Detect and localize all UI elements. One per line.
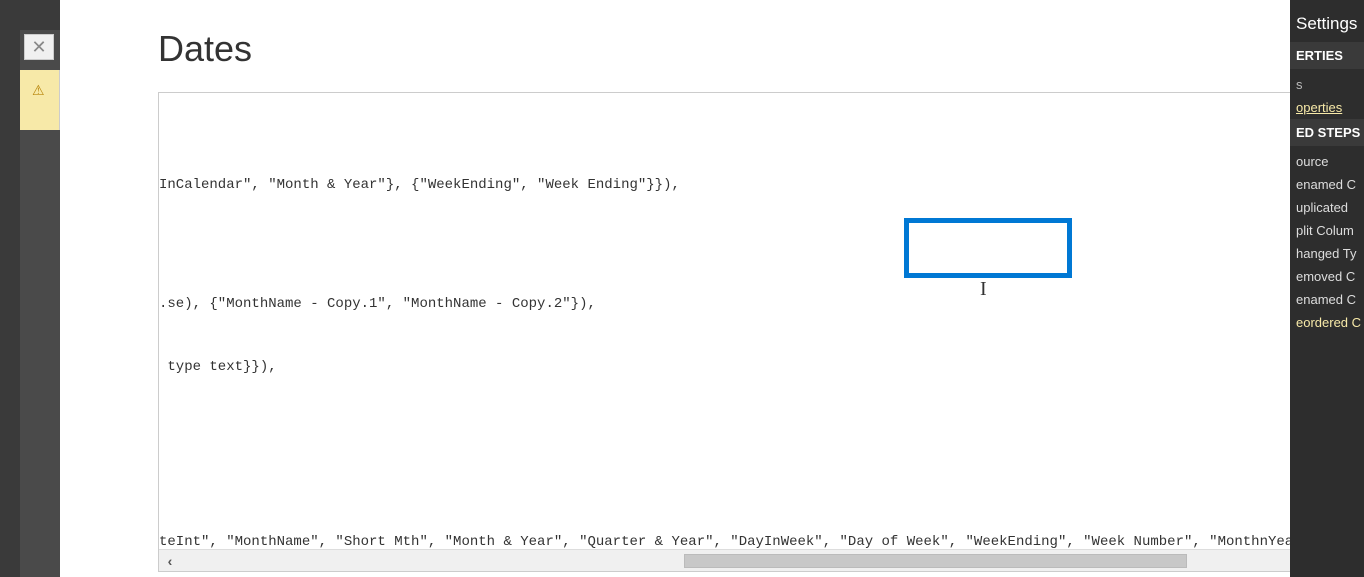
properties-section-header: ERTIES bbox=[1290, 42, 1364, 69]
applied-steps-section-header: ED STEPS bbox=[1290, 119, 1364, 146]
code-line-blank bbox=[159, 238, 1321, 252]
settings-heading: Settings bbox=[1290, 0, 1364, 42]
warning-icon: ⚠ bbox=[32, 82, 45, 99]
horizontal-scrollbar[interactable]: ‹ › bbox=[159, 549, 1321, 571]
warning-note bbox=[20, 70, 60, 130]
scroll-track[interactable] bbox=[181, 554, 1299, 568]
step-duplicated[interactable]: uplicated bbox=[1290, 196, 1364, 219]
code-line: InCalendar", "Month & Year"}, {"WeekEndi… bbox=[159, 175, 1321, 196]
code-line-blank bbox=[159, 420, 1321, 434]
code-line-blank bbox=[159, 476, 1321, 490]
all-properties-link[interactable]: operties bbox=[1290, 96, 1364, 119]
step-renamed-columns-2[interactable]: enamed C bbox=[1290, 288, 1364, 311]
close-icon: ✕ bbox=[31, 37, 46, 58]
advanced-editor-dialog: Dates ? InCalendar", "Month & Year"}, {"… bbox=[60, 0, 1290, 577]
scroll-left-arrow[interactable]: ‹ bbox=[159, 550, 181, 572]
step-changed-type[interactable]: hanged Ty bbox=[1290, 242, 1364, 265]
query-settings-panel: Settings ERTIES s operties ED STEPS ourc… bbox=[1290, 0, 1364, 577]
dialog-title: Dates bbox=[158, 28, 252, 70]
code-editor[interactable]: InCalendar", "Month & Year"}, {"WeekEndi… bbox=[158, 92, 1322, 572]
code-line: .se), {"MonthName - Copy.1", "MonthName … bbox=[159, 294, 1321, 315]
close-button[interactable]: ✕ bbox=[24, 34, 54, 60]
ribbon-left-strip bbox=[0, 0, 20, 577]
name-value: s bbox=[1290, 73, 1364, 96]
step-source[interactable]: ource bbox=[1290, 150, 1364, 173]
step-split-column[interactable]: plit Colum bbox=[1290, 219, 1364, 242]
code-content[interactable]: InCalendar", "Month & Year"}, {"WeekEndi… bbox=[159, 93, 1321, 572]
step-removed-columns[interactable]: emoved C bbox=[1290, 265, 1364, 288]
code-line: type text}}), bbox=[159, 357, 1321, 378]
scroll-thumb[interactable] bbox=[684, 554, 1187, 568]
step-reordered-columns[interactable]: eordered C bbox=[1290, 311, 1364, 334]
step-renamed-columns[interactable]: enamed C bbox=[1290, 173, 1364, 196]
